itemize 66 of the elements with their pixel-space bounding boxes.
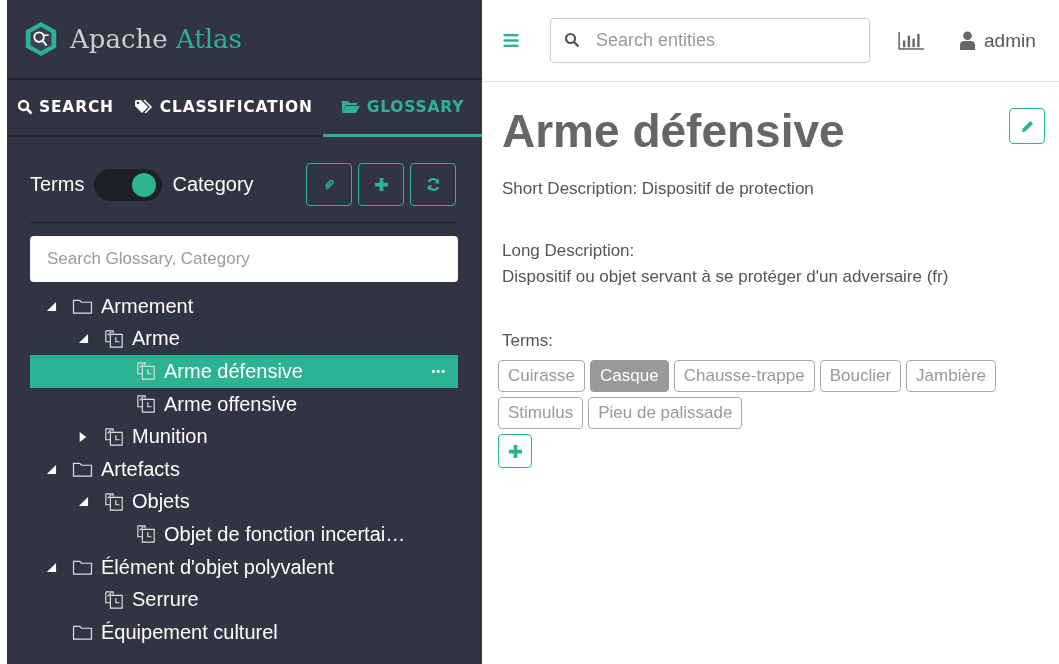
user-icon	[959, 31, 976, 50]
plus-icon	[373, 177, 389, 192]
documents-icon	[136, 361, 156, 382]
menu-icon	[502, 33, 520, 48]
statistics-button[interactable]	[898, 31, 925, 50]
tree-item[interactable]: Équipement culturel	[30, 615, 458, 649]
toggle-label: Category	[172, 173, 254, 196]
refresh-icon	[425, 177, 441, 192]
documents-icon	[104, 589, 124, 610]
long-description-label: Long Description:	[502, 240, 636, 262]
add-term-button[interactable]	[498, 434, 532, 468]
tree-label: Arme défensive	[164, 360, 303, 383]
entity-search-field[interactable]: Search entities	[550, 18, 870, 63]
bar-chart-icon	[898, 31, 925, 50]
folder-icon	[340, 99, 361, 115]
import-button[interactable]	[306, 163, 352, 206]
search-icon	[17, 99, 33, 115]
search-icon	[564, 32, 580, 48]
tree-label: Arme offensive	[164, 392, 298, 416]
menu-button[interactable]	[502, 33, 520, 48]
nav-tab[interactable]: GLOSSARY	[322, 80, 483, 137]
tree-label: Munition	[132, 425, 208, 449]
tree-label: Serrure	[132, 588, 199, 612]
add-button[interactable]	[358, 163, 404, 206]
toggle-label: Terms	[30, 173, 85, 196]
page-title: Arme défensive	[502, 104, 845, 158]
tree-item[interactable]: Munition	[30, 420, 458, 453]
nav-tab[interactable]: SEARCH	[7, 80, 124, 137]
tree-label: Objets	[132, 490, 190, 514]
paperclip-icon	[322, 177, 336, 192]
plus-icon	[507, 443, 523, 459]
folder-icon	[72, 558, 93, 576]
tree-label: Équipement culturel	[101, 620, 278, 644]
tree-item[interactable]: Artefacts	[30, 452, 458, 486]
short-description: Short Description: Dispositif de protection	[502, 178, 815, 200]
folder-icon	[72, 297, 93, 315]
tree-label: Élément d'objet polyvalent	[101, 555, 334, 579]
tree-label: Objet de fonction incertai…	[164, 522, 406, 546]
documents-icon	[104, 328, 124, 349]
terms-label: Terms:	[502, 330, 554, 352]
tree-item[interactable]: Arme	[30, 322, 458, 356]
logo-text: Apache Atlas	[70, 24, 242, 54]
refresh-button[interactable]	[410, 163, 456, 206]
tree-item[interactable]: Objet de fonction incertai…	[30, 518, 458, 551]
tree-label: Armement	[101, 294, 194, 318]
pencil-icon	[1019, 118, 1035, 134]
view-toggle[interactable]	[94, 168, 163, 201]
tree-item[interactable]: Élément d'objet polyvalent	[30, 550, 458, 584]
tree-label: Artefacts	[101, 457, 180, 481]
tree-item[interactable]: Armement	[30, 290, 458, 323]
tree-item[interactable]: Arme offensive	[30, 387, 458, 421]
documents-icon	[136, 394, 156, 415]
edit-button[interactable]	[1009, 108, 1045, 144]
glossary-search-field[interactable]: Search Glossary, Category	[30, 236, 458, 282]
long-description: Dispositif ou objet servant à se protéger d'un adversaire (fr)	[502, 266, 950, 288]
tree-item[interactable]: Serrure	[30, 583, 458, 616]
folder-icon	[72, 460, 93, 478]
tree-item[interactable]: Objets	[30, 485, 458, 519]
tree-label: Arme	[132, 327, 180, 351]
documents-icon	[136, 524, 156, 545]
folder-icon	[72, 623, 93, 641]
documents-icon	[104, 491, 124, 512]
nav-tab[interactable]: CLASSIFICATION	[123, 80, 323, 137]
user-menu[interactable]: admin	[959, 29, 1036, 52]
documents-icon	[104, 426, 124, 447]
tags-icon	[133, 99, 154, 115]
